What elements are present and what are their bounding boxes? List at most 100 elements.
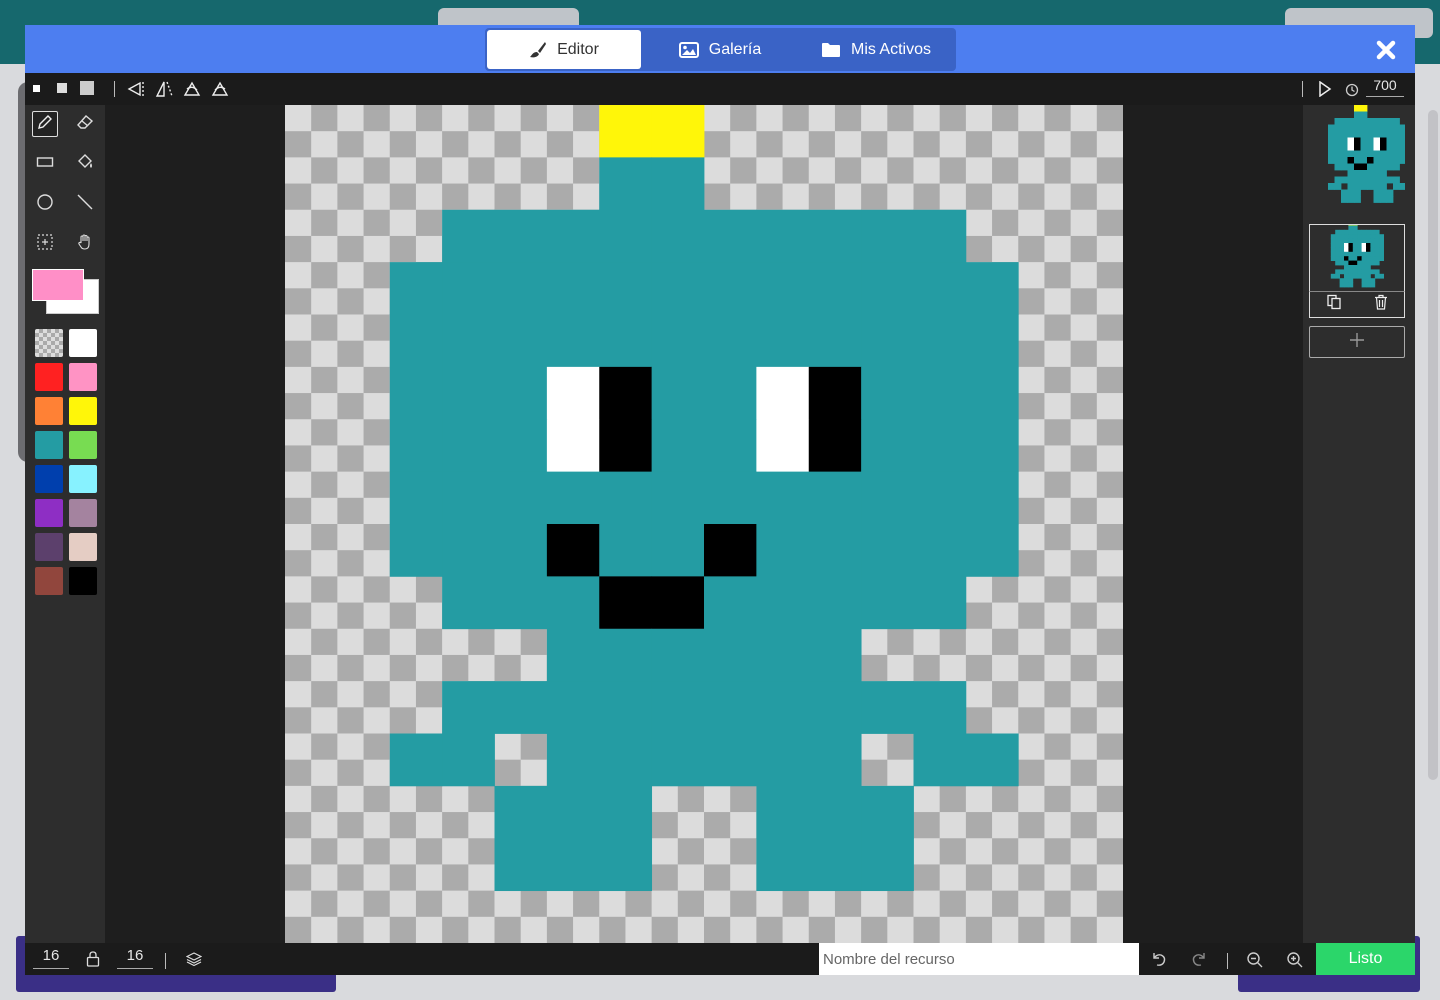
preview-pixel (1399, 150, 1407, 158)
palette-swatch[interactable] (69, 567, 97, 595)
tab-gallery[interactable]: Galería (643, 30, 797, 69)
palette-swatch[interactable] (35, 567, 63, 595)
thumbnail-pixel (1361, 251, 1367, 257)
fill-tool[interactable] (72, 151, 98, 177)
palette-swatch[interactable] (35, 363, 63, 391)
thumbnail-pixel (1348, 238, 1354, 244)
preview-pixel (1380, 124, 1387, 132)
palette-swatch[interactable] (35, 465, 63, 493)
brush-size-small[interactable] (33, 85, 40, 92)
preview-pixel (1354, 189, 1361, 197)
palette-swatch[interactable] (35, 397, 63, 425)
thumbnail-pixel (1344, 234, 1349, 239)
palette-swatch[interactable] (69, 533, 97, 561)
sprite-pixel (704, 576, 757, 630)
delete-frame-button[interactable] (1357, 292, 1404, 317)
close-icon (1371, 40, 1401, 69)
preview-pixel (1334, 150, 1342, 158)
thumbnail-pixel (1344, 273, 1349, 279)
sprite-pixel (599, 157, 653, 211)
palette-swatch[interactable] (35, 431, 63, 459)
sprite-pixel (442, 733, 495, 787)
sprite-pixel (861, 681, 914, 734)
aspect-ratio-lock-button[interactable] (86, 950, 100, 972)
thumbnail-pixel (1352, 247, 1358, 253)
redo-button[interactable] (1190, 951, 1208, 972)
zoom-out-button[interactable] (1246, 951, 1264, 974)
image-width-input[interactable]: 16 (33, 947, 69, 969)
palette-swatch[interactable] (69, 329, 97, 357)
palette-swatch[interactable] (69, 397, 97, 425)
thumbnail-pixel (1339, 247, 1345, 253)
frame-interval-value[interactable]: 700 (1366, 77, 1404, 97)
done-button[interactable]: Listo (1316, 943, 1415, 975)
flip-vertical-button[interactable] (155, 81, 173, 102)
palette-swatch[interactable] (35, 533, 63, 561)
thumbnail-pixel (1361, 265, 1367, 270)
preview-pixel (1354, 131, 1361, 138)
sprite-pixel (651, 419, 705, 473)
preview-pixel (1354, 176, 1361, 184)
undo-button[interactable] (1150, 951, 1168, 972)
preview-pixel (1341, 137, 1348, 145)
palette-swatch[interactable] (69, 465, 97, 493)
sprite-pixel (494, 314, 548, 368)
asset-name-input[interactable] (819, 943, 1139, 975)
rotate-counterclockwise-button[interactable] (183, 81, 201, 102)
palette-swatch-transparent[interactable] (35, 329, 63, 357)
palette-swatch[interactable] (69, 431, 97, 459)
primary-color-swatch[interactable] (32, 269, 84, 301)
sprite-pixel (442, 681, 495, 734)
palette-swatch[interactable] (69, 499, 97, 527)
sprite-pixel (442, 209, 495, 263)
thumbnail-pixel (1379, 234, 1384, 239)
palette-swatch[interactable] (69, 363, 97, 391)
frame-thumbnail-1[interactable] (1309, 221, 1405, 292)
tab-my-assets[interactable]: Mis Activos (799, 30, 953, 69)
pan-tool[interactable] (72, 231, 98, 257)
thumbnail-pixel (1374, 273, 1380, 279)
sprite-pixel (599, 785, 653, 839)
plus-icon (1348, 331, 1366, 354)
layers-button[interactable] (185, 951, 203, 972)
marquee-tool[interactable] (32, 231, 58, 257)
tab-gallery-label: Galería (708, 40, 762, 58)
zoom-in-button[interactable] (1286, 951, 1304, 974)
pencil-tool[interactable] (32, 111, 58, 137)
brush-size-medium[interactable] (57, 83, 67, 93)
flip-horizontal-button[interactable] (127, 81, 145, 102)
play-button[interactable] (1318, 80, 1332, 102)
preview-pixel (1360, 137, 1368, 145)
brush-size-large[interactable] (80, 81, 94, 95)
palette-swatch[interactable] (35, 499, 63, 527)
thumbnail-pixel (1361, 260, 1367, 266)
preview-pixel (1328, 124, 1335, 132)
sprite-pixel (704, 471, 757, 525)
thumbnail-pixel (1335, 238, 1340, 244)
image-height-input[interactable]: 16 (117, 947, 153, 969)
thumbnail-pixel (1379, 243, 1384, 248)
flip-horizontal-icon (127, 81, 145, 101)
rotate-clockwise-button[interactable] (211, 81, 229, 102)
thumbnail-pixel (1361, 234, 1367, 239)
tab-editor[interactable]: Editor (487, 30, 641, 69)
eraser-tool[interactable] (72, 111, 98, 137)
line-tool[interactable] (72, 191, 98, 217)
rectangle-tool[interactable] (32, 151, 58, 177)
thumbnail-pixel (1357, 238, 1362, 244)
close-button[interactable] (1371, 35, 1401, 65)
preview-pixel (1380, 163, 1387, 171)
add-frame-button[interactable] (1309, 326, 1405, 358)
sprite-pixel (599, 628, 653, 682)
flip-vertical-icon (155, 81, 173, 101)
preview-pixel (1386, 144, 1394, 151)
sprite-canvas[interactable] (285, 105, 1123, 943)
sprite-pixel (546, 576, 600, 630)
thumbnail-pixel (1344, 256, 1349, 261)
thumbnail-pixel (1357, 251, 1362, 257)
circle-tool[interactable] (32, 191, 58, 217)
duplicate-frame-button[interactable] (1310, 292, 1357, 317)
preview-pixel (1367, 163, 1374, 171)
sprite-pixel (704, 366, 757, 420)
preview-pixel (1380, 131, 1387, 138)
